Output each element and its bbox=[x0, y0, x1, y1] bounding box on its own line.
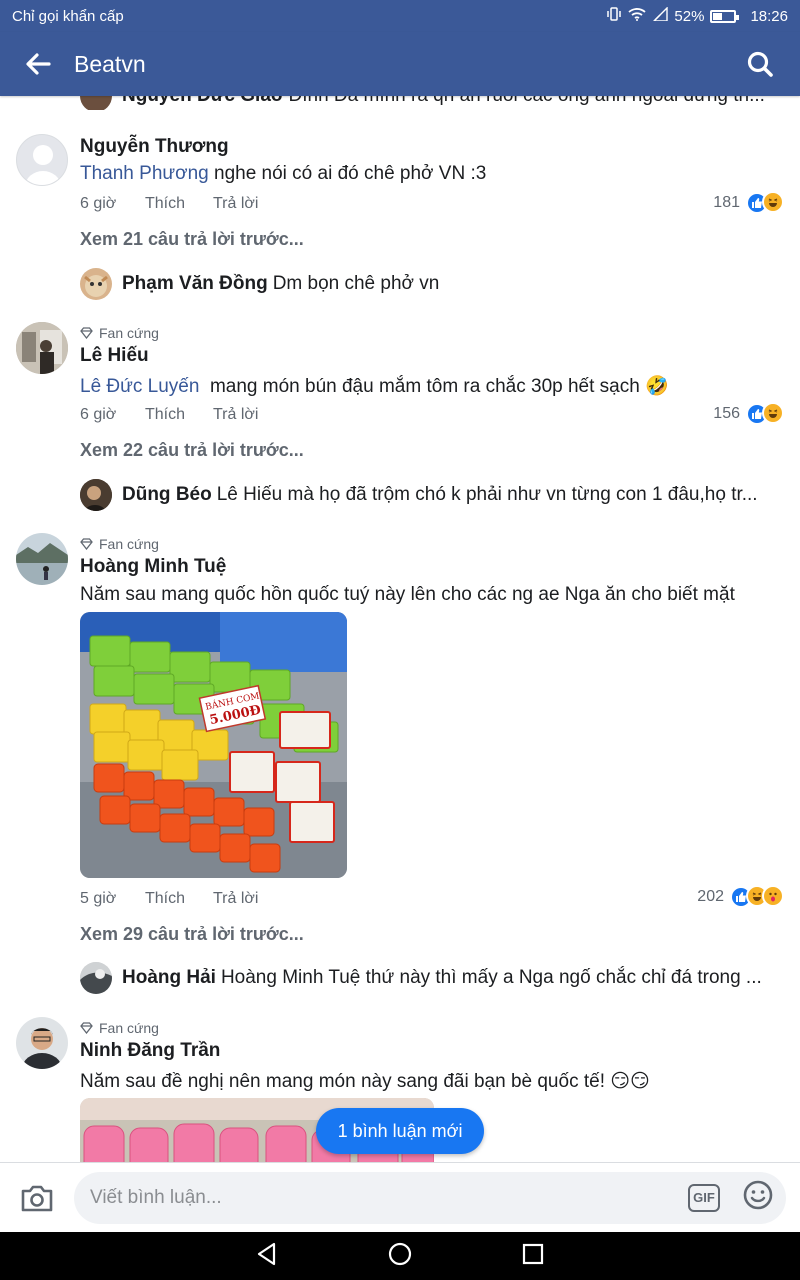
reply-text: Đình Đà mình ra qn ăn ruồi các ông anh n… bbox=[289, 96, 765, 107]
gif-button[interactable]: GIF bbox=[688, 1183, 720, 1212]
comment-meta: 6 giờ Thích Trả lời bbox=[80, 406, 258, 424]
reply-author[interactable]: Hoàng Hải bbox=[122, 967, 216, 989]
comment-text: Năm sau mang quốc hồn quốc tuý này lên c… bbox=[80, 584, 735, 605]
system-nav-bar bbox=[0, 1232, 800, 1280]
fan-badge: Fan cứng bbox=[80, 1020, 159, 1036]
comment-author[interactable]: Nguyễn Thương bbox=[80, 136, 229, 158]
comment-feed[interactable]: Nguyễn Đức Giao Đình Đà mình ra qn ăn ru… bbox=[0, 96, 800, 1162]
avatar[interactable] bbox=[16, 134, 68, 186]
reply-item: Dũng Béo Lê Hiếu mà họ đã trộm chó k phả… bbox=[80, 479, 780, 511]
avatar[interactable] bbox=[80, 962, 112, 994]
nav-back-button[interactable] bbox=[256, 1242, 278, 1271]
comment-author[interactable]: Lê Hiếu bbox=[80, 345, 149, 367]
diamond-icon bbox=[80, 538, 93, 550]
reaction-summary[interactable]: 181 bbox=[713, 191, 784, 214]
back-button[interactable] bbox=[18, 44, 58, 84]
reply-link[interactable]: Trả lời bbox=[213, 890, 258, 908]
fan-badge: Fan cứng bbox=[80, 325, 159, 341]
avatar[interactable] bbox=[16, 322, 68, 374]
nav-home-button[interactable] bbox=[388, 1242, 412, 1271]
comment-photo[interactable]: BÁNH COM 5.000Đ bbox=[80, 612, 347, 878]
battery-icon bbox=[710, 9, 740, 23]
carrier-text: Chỉ gọi khẩn cấp bbox=[12, 7, 124, 25]
comment-author[interactable]: Ninh Đăng Trần bbox=[80, 1040, 220, 1062]
comment-meta: 6 giờ Thích Trả lời bbox=[80, 195, 258, 213]
circle-home-icon bbox=[388, 1242, 412, 1265]
comment-text: Lê Đức Luyến mang món bún đậu mắm tôm ra… bbox=[80, 374, 669, 398]
search-button[interactable] bbox=[738, 42, 782, 86]
avatar[interactable] bbox=[16, 1017, 68, 1069]
arrow-left-icon bbox=[26, 53, 51, 75]
haha-reaction-icon bbox=[762, 402, 784, 424]
triangle-back-icon bbox=[257, 1242, 276, 1265]
badge-label: Fan cứng bbox=[99, 1020, 159, 1036]
reaction-count: 181 bbox=[713, 193, 740, 211]
comment-text: Thanh Phương nghe nói có ai đó chê phở V… bbox=[80, 163, 486, 185]
badge-label: Fan cứng bbox=[99, 536, 159, 552]
new-comments-button[interactable]: 1 bình luận mới bbox=[316, 1108, 484, 1154]
vibrate-icon bbox=[606, 6, 622, 26]
page-title: Beatvn bbox=[74, 50, 146, 77]
badge-label: Fan cứng bbox=[99, 325, 159, 341]
comment-time: 6 giờ bbox=[80, 195, 117, 212]
signal-icon bbox=[652, 6, 669, 25]
like-link[interactable]: Thích bbox=[145, 406, 213, 424]
clipped-reply: Nguyễn Đức Giao Đình Đà mình ra qn ăn ru… bbox=[80, 96, 780, 110]
comment-composer: Viết bình luận... GIF bbox=[0, 1162, 800, 1232]
like-link[interactable]: Thích bbox=[145, 890, 213, 908]
like-link[interactable]: Thích bbox=[145, 195, 213, 213]
search-icon bbox=[747, 51, 773, 77]
camera-button[interactable] bbox=[14, 1175, 60, 1221]
comment-body: mang món bún đậu mắm tôm ra chắc 30p hết… bbox=[199, 376, 669, 397]
reply-link[interactable]: Trả lời bbox=[213, 195, 258, 213]
view-previous-replies[interactable]: Xem 29 câu trả lời trước... bbox=[80, 924, 304, 945]
reply-text: Lê Hiếu mà họ đã trộm chó k phải như vn … bbox=[216, 484, 758, 505]
reply-link[interactable]: Trả lời bbox=[213, 406, 258, 424]
comment-body: nghe nói có ai đó chê phở VN :3 bbox=[208, 163, 487, 184]
avatar bbox=[80, 96, 112, 110]
avatar[interactable] bbox=[80, 268, 112, 300]
sticker-button[interactable] bbox=[742, 1179, 774, 1216]
reply-text: Dm bọn chê phở vn bbox=[272, 273, 440, 294]
battery-level: 52% bbox=[674, 7, 705, 25]
comment-input[interactable]: Viết bình luận... GIF bbox=[74, 1171, 786, 1224]
reply-author[interactable]: Dũng Béo bbox=[122, 484, 212, 506]
clock: 18:26 bbox=[750, 7, 788, 25]
camera-icon bbox=[21, 1185, 53, 1211]
avatar[interactable] bbox=[80, 479, 112, 511]
mention-link[interactable]: Thanh Phương bbox=[80, 163, 209, 184]
reaction-count: 156 bbox=[713, 404, 740, 422]
comment-time: 6 giờ bbox=[80, 406, 117, 423]
diamond-icon bbox=[80, 1022, 93, 1034]
reaction-summary[interactable]: 202 bbox=[697, 885, 784, 908]
reply-item: Phạm Văn Đồng Dm bọn chê phở vn bbox=[80, 268, 780, 300]
view-previous-replies[interactable]: Xem 21 câu trả lời trước... bbox=[80, 229, 304, 250]
comment-time: 5 giờ bbox=[80, 890, 117, 907]
comment-author[interactable]: Hoàng Minh Tuệ bbox=[80, 556, 226, 578]
reply-author[interactable]: Nguyễn Đức Giao bbox=[122, 96, 283, 107]
comment-input-placeholder: Viết bình luận... bbox=[90, 1186, 222, 1208]
app-bar: Beatvn bbox=[0, 32, 800, 96]
diamond-icon bbox=[80, 327, 93, 339]
comment-text: Năm sau đề nghị nên mang món này sang đã… bbox=[80, 1071, 650, 1092]
view-previous-replies[interactable]: Xem 22 câu trả lời trước... bbox=[80, 440, 304, 461]
haha-reaction-icon bbox=[762, 191, 784, 213]
smiley-icon bbox=[743, 1180, 773, 1210]
status-bar: Chỉ gọi khẩn cấp 52% 18:26 bbox=[0, 0, 800, 32]
reply-author[interactable]: Phạm Văn Đồng bbox=[122, 273, 268, 295]
mention-link[interactable]: Lê Đức Luyến bbox=[80, 376, 199, 397]
reaction-count: 202 bbox=[697, 887, 724, 905]
fan-badge: Fan cứng bbox=[80, 536, 159, 552]
comment-meta: 5 giờ Thích Trả lời bbox=[80, 890, 258, 908]
reaction-summary[interactable]: 156 bbox=[713, 402, 784, 425]
nav-recents-button[interactable] bbox=[522, 1243, 544, 1270]
reply-item: Hoàng Hải Hoàng Minh Tuệ thứ này thì mấy… bbox=[80, 962, 780, 994]
square-recents-icon bbox=[522, 1243, 544, 1264]
reply-text: Hoàng Minh Tuệ thứ này thì mấy a Nga ngố… bbox=[220, 967, 762, 988]
wow-reaction-icon bbox=[762, 885, 784, 907]
wifi-icon bbox=[628, 7, 647, 25]
avatar[interactable] bbox=[16, 533, 68, 585]
